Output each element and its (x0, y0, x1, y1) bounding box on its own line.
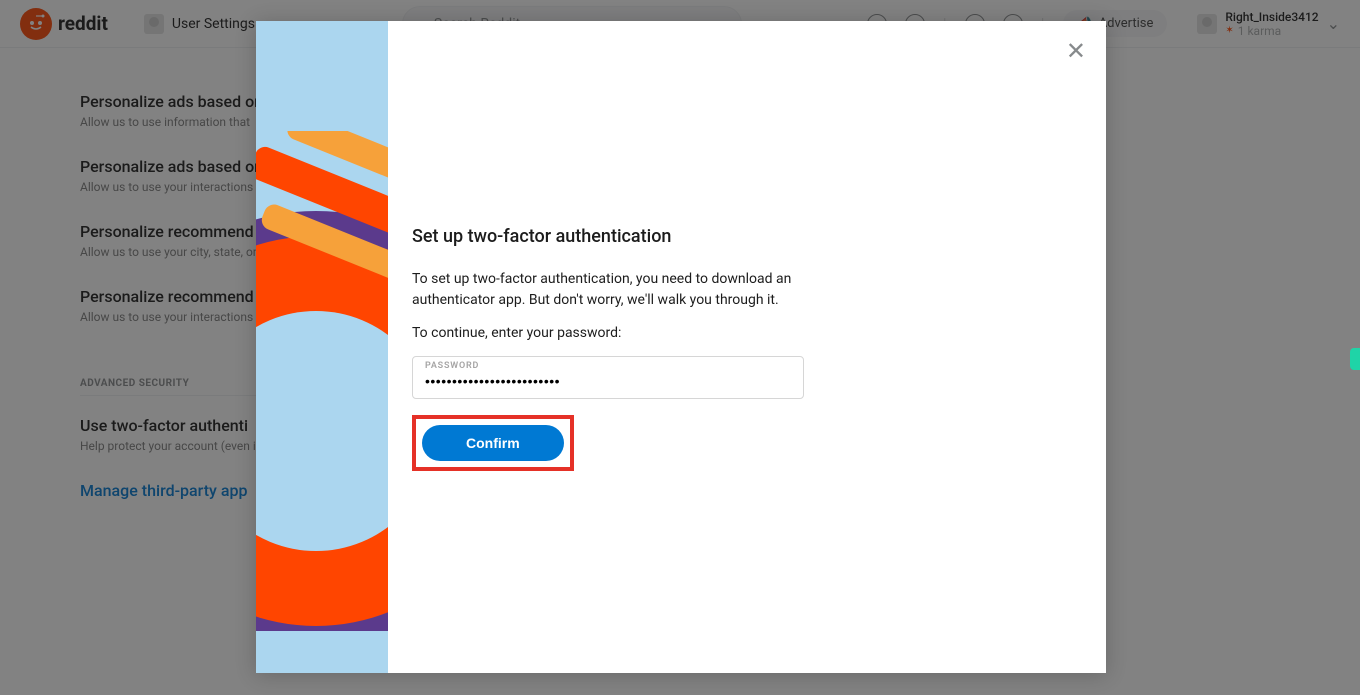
modal-title: Set up two-factor authentication (412, 226, 1066, 247)
close-icon: ✕ (1066, 38, 1086, 65)
password-label: PASSWORD (425, 361, 791, 371)
modal-body: ✕ Set up two-factor authentication To se… (388, 21, 1106, 673)
password-input[interactable] (425, 371, 791, 389)
confirm-button[interactable]: Confirm (422, 425, 564, 461)
confirm-highlight: Confirm (412, 415, 574, 471)
feedback-tab[interactable] (1350, 348, 1360, 370)
modal-desc: To set up two-factor authentication, you… (412, 269, 802, 311)
password-field-wrap: PASSWORD (412, 356, 804, 399)
modal-prompt: To continue, enter your password: (412, 323, 802, 344)
modal-artwork (256, 21, 388, 673)
close-button[interactable]: ✕ (1066, 37, 1086, 66)
twofa-modal: ✕ Set up two-factor authentication To se… (256, 21, 1106, 673)
